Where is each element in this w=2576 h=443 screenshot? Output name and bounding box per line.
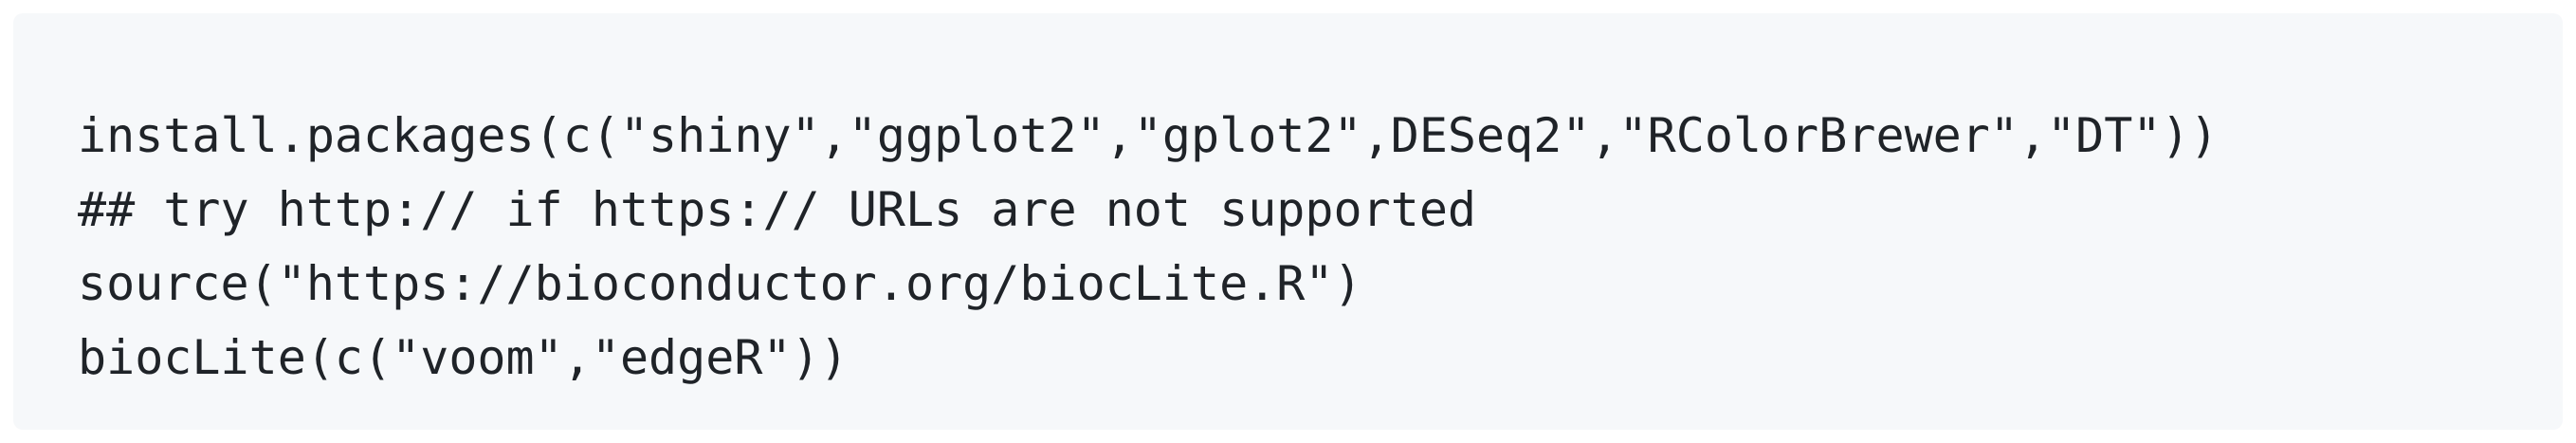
- code-line: install.packages(c("shiny","ggplot2","gp…: [78, 108, 2219, 163]
- code-line: source("https://bioconductor.org/biocLit…: [78, 256, 1362, 311]
- code-line: ## try http:// if https:// URLs are not …: [78, 182, 1477, 237]
- code-block: install.packages(c("shiny","ggplot2","gp…: [13, 13, 2563, 430]
- code-line: biocLite(c("voom","edgeR")): [78, 330, 849, 385]
